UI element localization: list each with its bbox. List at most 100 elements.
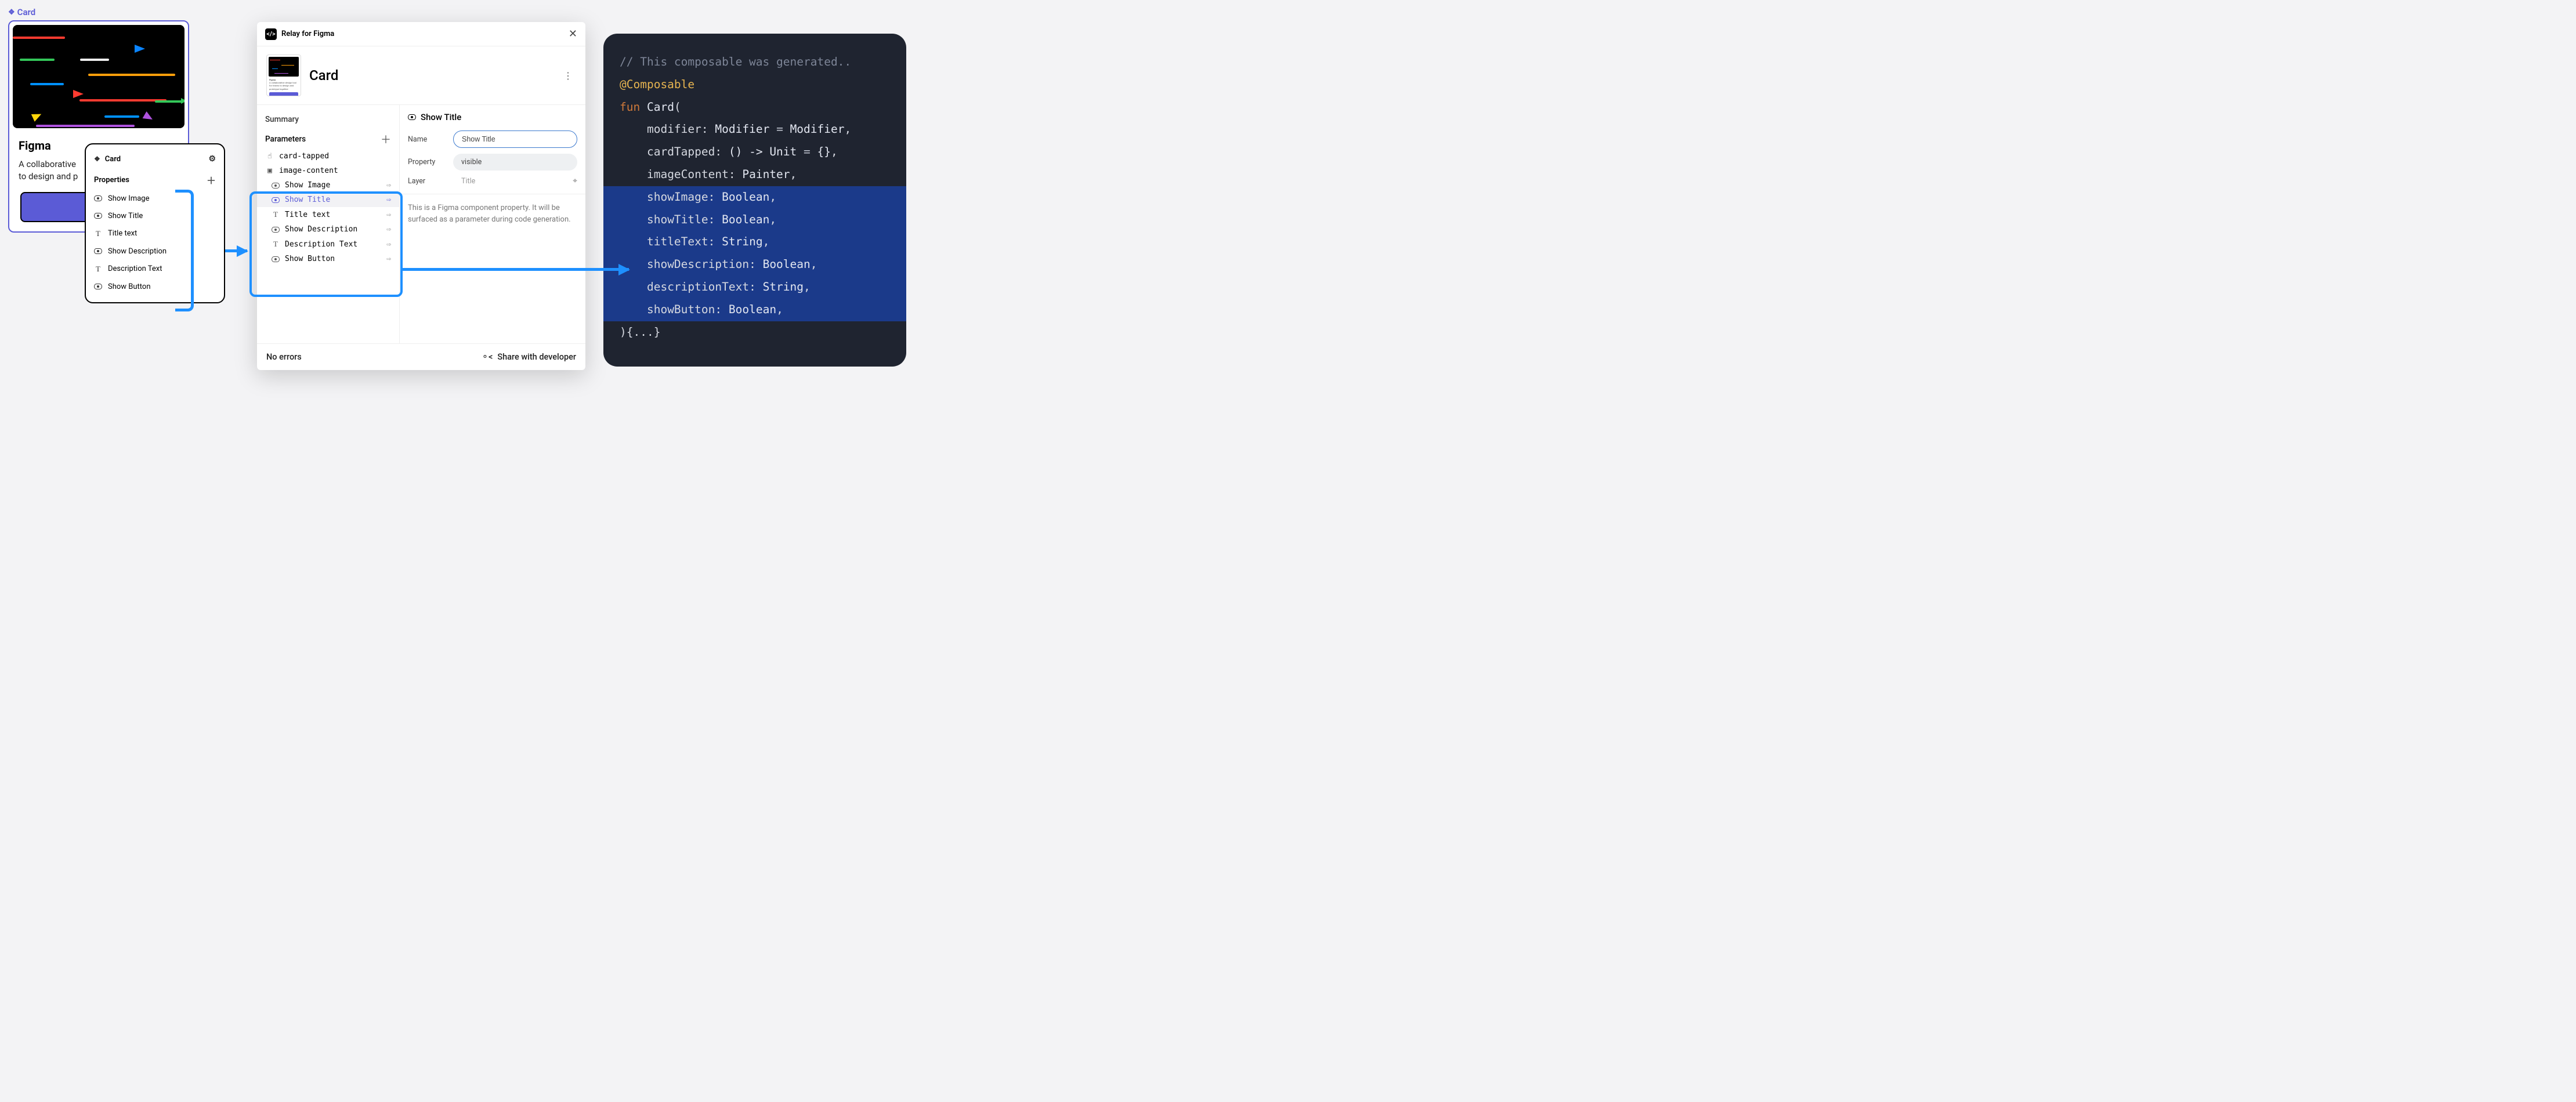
eye-icon xyxy=(408,114,416,120)
property-item[interactable]: Show Image xyxy=(86,190,224,207)
add-property-button[interactable]: ＋ xyxy=(207,173,216,187)
component-diamond-icon: ❖ xyxy=(8,8,15,17)
relay-component-title: Card xyxy=(309,67,552,84)
text-type-icon: T xyxy=(271,240,280,249)
parameter-name: card-tapped xyxy=(279,152,391,161)
share-icon: ⚬< xyxy=(482,352,493,362)
property-label: Show Title xyxy=(108,212,143,220)
eye-icon xyxy=(94,195,102,201)
name-input[interactable] xyxy=(453,130,577,148)
property-label: Show Description xyxy=(108,247,167,256)
code-param-line: showTitle: Boolean, xyxy=(603,209,906,231)
link-icon: ⇨ xyxy=(386,181,391,190)
image-icon: ▣ xyxy=(265,166,274,175)
eye-icon xyxy=(94,248,102,254)
close-icon[interactable]: ✕ xyxy=(569,28,577,40)
property-item[interactable]: Show Title xyxy=(86,207,224,224)
parameter-item[interactable]: Show Title⇨ xyxy=(257,193,399,207)
props-panel-title: Card xyxy=(105,155,121,164)
parameter-item[interactable]: Show Image⇨ xyxy=(257,178,399,193)
eye-icon xyxy=(271,197,280,203)
code-param-line: modifier: Modifier = Modifier, xyxy=(620,118,906,141)
parameter-item[interactable]: T Title text⇨ xyxy=(257,207,399,222)
detail-title: Show Title xyxy=(421,112,461,122)
parameter-name: Title text xyxy=(285,211,386,219)
code-param-line: showDescription: Boolean, xyxy=(603,253,906,276)
property-item[interactable]: Show Description xyxy=(86,242,224,260)
tap-icon: ☝ xyxy=(265,152,274,161)
parameters-label: Parameters xyxy=(265,135,306,144)
code-param-line: showButton: Boolean, xyxy=(603,299,906,321)
name-label: Name xyxy=(408,135,453,144)
property-value[interactable]: visible xyxy=(453,154,577,171)
text-type-icon: T xyxy=(94,229,102,238)
annotation-bracket xyxy=(175,190,194,311)
component-diamond-icon: ❖ xyxy=(94,155,100,163)
summary-label[interactable]: Summary xyxy=(257,112,399,127)
parameter-item[interactable]: ▣ image-content xyxy=(257,164,399,178)
relay-plugin-panel: </> Relay for Figma ✕ Figma A collaborat… xyxy=(257,22,585,370)
link-icon: ⇨ xyxy=(386,211,391,219)
parameter-name: Show Description xyxy=(285,225,386,234)
relay-left-column: Summary Parameters ＋ ☝ card-tapped ▣ image-… xyxy=(257,105,400,343)
component-tag: ❖ Card xyxy=(8,7,35,17)
parameter-name: Show Image xyxy=(285,181,386,190)
code-param-line: titleText: String, xyxy=(603,231,906,253)
adjust-icon[interactable]: ⚙ xyxy=(208,154,216,164)
property-item[interactable]: T Title text xyxy=(86,224,224,242)
layer-label: Layer xyxy=(408,177,453,186)
properties-label: Properties xyxy=(94,176,129,184)
code-param-line: showImage: Boolean, xyxy=(603,186,906,209)
link-icon: ⇨ xyxy=(386,240,391,249)
more-menu-icon[interactable]: ⋮ xyxy=(560,70,576,81)
relay-right-column: Show Title Name Property visible Layer T… xyxy=(400,105,585,343)
errors-status: No errors xyxy=(266,352,302,362)
component-thumbnail: Figma A collaborative design tool for te… xyxy=(266,55,301,96)
code-param-line: imageContent: Painter, xyxy=(620,164,906,186)
link-icon: ⇨ xyxy=(386,225,391,234)
property-item[interactable]: T Description Text xyxy=(86,260,224,278)
code-param-line: cardTapped: () -> Unit = {}, xyxy=(620,141,906,164)
eye-icon xyxy=(271,256,280,262)
code-panel: // This composable was generated.. @Comp… xyxy=(603,34,906,367)
relay-footer: No errors ⚬< Share with developer xyxy=(257,343,585,370)
eye-icon xyxy=(271,183,280,188)
property-label: Description Text xyxy=(108,264,162,273)
arrow-2 xyxy=(403,268,629,271)
parameter-name: Description Text xyxy=(285,240,386,249)
layer-value: Title xyxy=(453,177,573,186)
property-label: Title text xyxy=(108,229,137,238)
eye-icon xyxy=(94,284,102,289)
component-tag-label: Card xyxy=(17,7,36,17)
share-button[interactable]: ⚬< Share with developer xyxy=(482,352,576,362)
help-text: This is a Figma component property. It w… xyxy=(408,202,577,225)
card-image xyxy=(13,25,184,128)
link-icon: ⇨ xyxy=(386,195,391,204)
property-label: Property xyxy=(408,158,453,166)
eye-icon xyxy=(271,227,280,233)
parameter-name: Show Title xyxy=(285,195,386,204)
relay-header: Figma A collaborative design tool for te… xyxy=(257,46,585,105)
eye-icon xyxy=(94,213,102,219)
code-annotation: @Composable xyxy=(620,78,694,91)
parameter-item[interactable]: Show Button⇨ xyxy=(257,252,399,266)
property-label: Show Button xyxy=(108,282,151,291)
code-comment: // This composable was generated.. xyxy=(620,55,851,68)
link-icon: ⇨ xyxy=(386,255,391,263)
target-icon[interactable]: ⌖ xyxy=(573,176,577,186)
text-type-icon: T xyxy=(94,264,102,274)
figma-properties-panel: ❖ Card ⚙ Properties ＋ Show Image Show Tit… xyxy=(85,143,225,303)
parameter-name: Show Button xyxy=(285,255,386,263)
parameter-item[interactable]: T Description Text⇨ xyxy=(257,237,399,252)
code-param-line: descriptionText: String, xyxy=(603,276,906,299)
relay-titlebar: </> Relay for Figma ✕ xyxy=(257,22,585,46)
parameter-item[interactable]: ☝ card-tapped xyxy=(257,149,399,164)
relay-app-icon: </> xyxy=(265,28,277,40)
relay-app-title: Relay for Figma xyxy=(281,30,334,38)
parameter-name: image-content xyxy=(279,166,391,175)
parameter-item[interactable]: Show Description⇨ xyxy=(257,222,399,237)
property-label: Show Image xyxy=(108,194,150,203)
text-type-icon: T xyxy=(271,210,280,219)
add-parameter-button[interactable]: ＋ xyxy=(381,132,391,147)
property-item[interactable]: Show Button xyxy=(86,278,224,295)
